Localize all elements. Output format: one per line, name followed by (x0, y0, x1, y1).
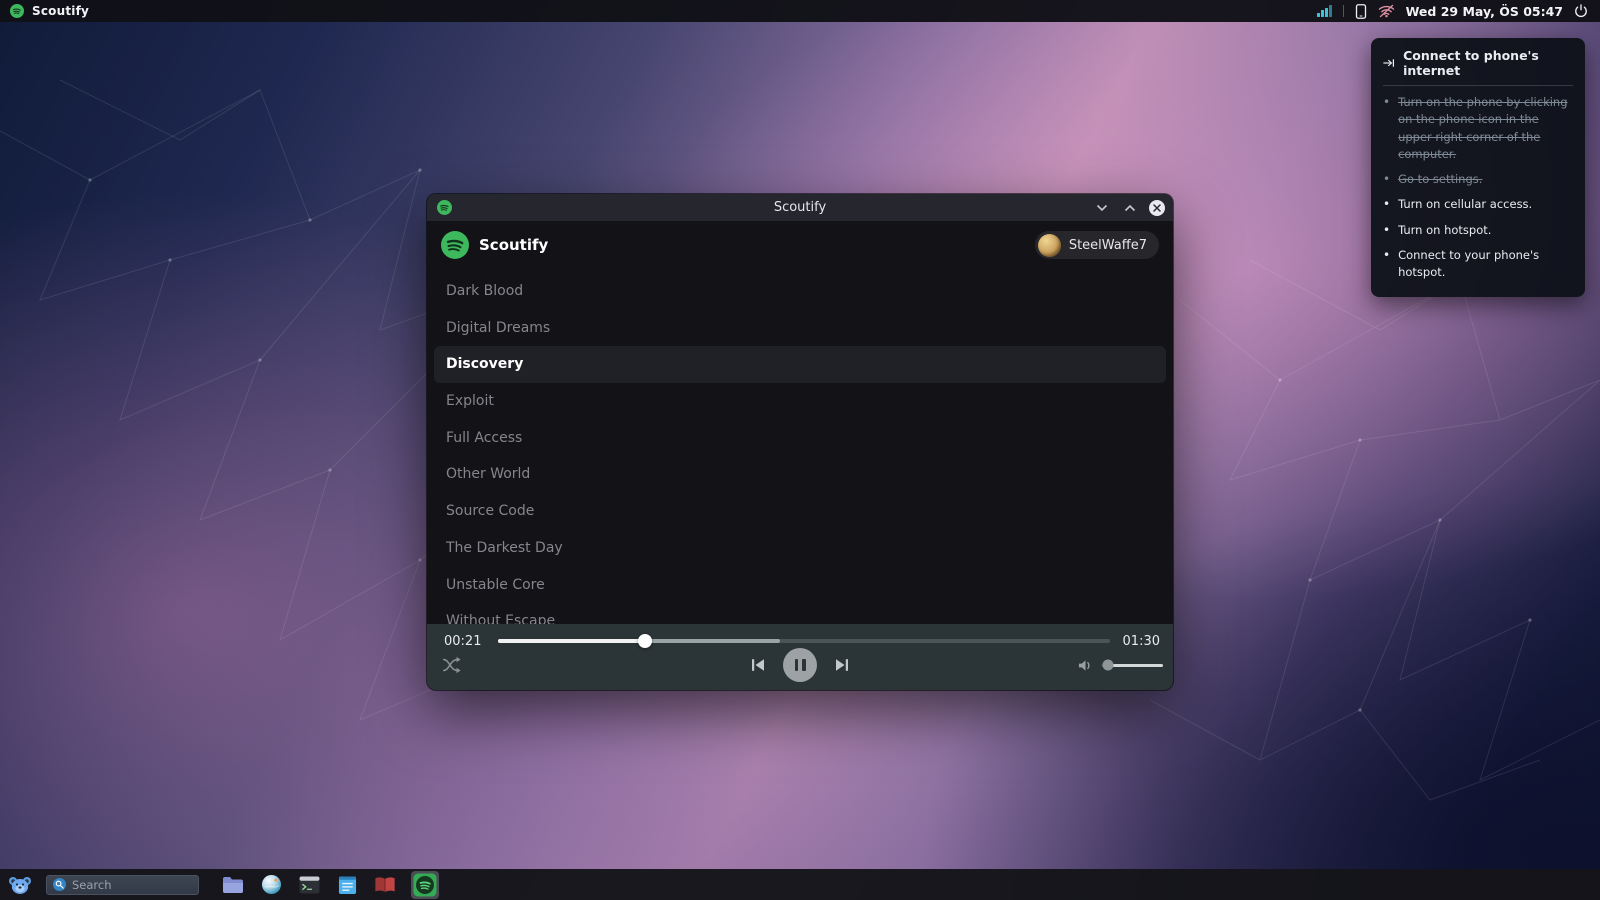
username: SteelWaffe7 (1069, 238, 1147, 253)
taskbar (0, 869, 1600, 900)
song-row[interactable]: Exploit (434, 383, 1166, 420)
transport-controls (747, 647, 853, 683)
close-button[interactable] (1149, 200, 1165, 216)
seek-played (498, 639, 645, 643)
terminal-icon (299, 876, 320, 894)
notepad-icon (338, 875, 357, 895)
player-bar: 00:21 01:30 (427, 624, 1173, 690)
song-row[interactable]: Digital Dreams (434, 310, 1166, 347)
next-track-button[interactable] (831, 654, 853, 676)
pause-button[interactable] (783, 648, 817, 682)
song-row[interactable]: Source Code (434, 493, 1166, 530)
song-row[interactable]: Dark Blood (434, 273, 1166, 310)
bear-launcher-icon (8, 875, 32, 895)
skip-previous-icon (749, 656, 767, 674)
wifi-off-icon[interactable] (1378, 4, 1395, 18)
bullet-icon: • (1383, 247, 1390, 282)
scoutify-app-icon (437, 200, 452, 215)
song-row[interactable]: The Darkest Day (434, 530, 1166, 567)
task-item: • Turn on cellular access. (1383, 196, 1573, 213)
volume-handle[interactable] (1103, 660, 1114, 671)
scoutify-window: Scoutify (427, 194, 1173, 690)
song-list: Dark Blood Digital Dreams Discovery Expl… (434, 273, 1166, 624)
task-item: • Go to settings. (1383, 171, 1573, 188)
scoutify-taskbar-button[interactable] (411, 871, 439, 899)
files-app-button[interactable] (221, 873, 245, 897)
bullet-icon: • (1383, 222, 1390, 239)
previous-track-button[interactable] (747, 654, 769, 676)
focused-app-menu[interactable]: Scoutify (0, 0, 89, 22)
scoutify-app-icon (10, 4, 24, 18)
song-row[interactable]: Other World (434, 456, 1166, 493)
tray-divider (1343, 5, 1344, 17)
phone-icon[interactable] (1355, 4, 1367, 19)
book-icon (374, 876, 396, 894)
seek-handle[interactable] (638, 634, 652, 648)
cellular-signal-icon[interactable] (1317, 5, 1332, 17)
close-icon (1153, 204, 1161, 212)
bullet-icon: • (1383, 171, 1390, 188)
volume-icon[interactable] (1077, 658, 1094, 673)
browser-app-button[interactable] (259, 873, 283, 897)
app-launcher-button[interactable] (8, 873, 32, 897)
taskbar-search[interactable] (46, 875, 199, 895)
scoutify-logo-icon (441, 231, 469, 259)
task-panel-header: Connect to phone's internet (1383, 48, 1573, 86)
task-list: • Turn on the phone by clicking on the p… (1383, 94, 1573, 281)
volume-fill (1108, 664, 1163, 667)
shuffle-button[interactable] (439, 652, 465, 678)
song-row[interactable]: Unstable Core (434, 567, 1166, 604)
top-system-bar: Scoutify Wed 29 May, ÖS 05:47 (0, 0, 1600, 22)
search-input[interactable] (72, 878, 182, 892)
minimize-button[interactable] (1093, 199, 1111, 217)
avatar (1038, 234, 1061, 257)
bullet-icon: • (1383, 94, 1390, 163)
desktop: Scoutify Wed 29 May, ÖS 05:47 (0, 0, 1600, 900)
shuffle-icon (441, 655, 463, 675)
search-icon (53, 878, 66, 891)
player-controls (427, 647, 1173, 683)
song-row-selected[interactable]: Discovery (434, 346, 1166, 383)
task-panel-title: Connect to phone's internet (1403, 48, 1573, 78)
task-checklist-panel: Connect to phone's internet • Turn on th… (1371, 38, 1585, 297)
clock[interactable]: Wed 29 May, ÖS 05:47 (1406, 4, 1563, 19)
skip-next-icon (833, 656, 851, 674)
bullet-icon: • (1383, 196, 1390, 213)
terminal-app-button[interactable] (297, 873, 321, 897)
volume-control (1077, 655, 1163, 675)
volume-slider[interactable] (1101, 664, 1163, 667)
app-header: Scoutify SteelWaffe7 (427, 221, 1173, 269)
scoutify-app-icon (413, 873, 437, 897)
topbar-app-name: Scoutify (32, 4, 89, 18)
pause-icon (795, 659, 799, 671)
seek-slider[interactable] (498, 639, 1110, 643)
power-icon[interactable] (1574, 4, 1588, 18)
brand-name: Scoutify (479, 236, 548, 254)
task-item: • Connect to your phone's hotspot. (1383, 247, 1573, 282)
arrow-to-bar-icon (1383, 57, 1395, 69)
song-row[interactable]: Without Escape (434, 603, 1166, 624)
folder-icon (222, 876, 244, 894)
reader-app-button[interactable] (373, 873, 397, 897)
system-tray: Wed 29 May, ÖS 05:47 (1317, 0, 1600, 22)
window-title: Scoutify (774, 200, 826, 215)
task-item: • Turn on the phone by clicking on the p… (1383, 94, 1573, 163)
chevron-up-icon (1124, 204, 1136, 212)
task-item: • Turn on hotspot. (1383, 222, 1573, 239)
user-account-button[interactable]: SteelWaffe7 (1035, 231, 1159, 259)
notes-app-button[interactable] (335, 873, 359, 897)
chevron-down-icon (1096, 204, 1108, 212)
browser-globe-icon (261, 874, 282, 895)
brand: Scoutify (441, 231, 548, 259)
window-controls (1093, 194, 1165, 221)
song-row[interactable]: Full Access (434, 420, 1166, 457)
maximize-button[interactable] (1121, 199, 1139, 217)
window-titlebar[interactable]: Scoutify (427, 194, 1173, 221)
